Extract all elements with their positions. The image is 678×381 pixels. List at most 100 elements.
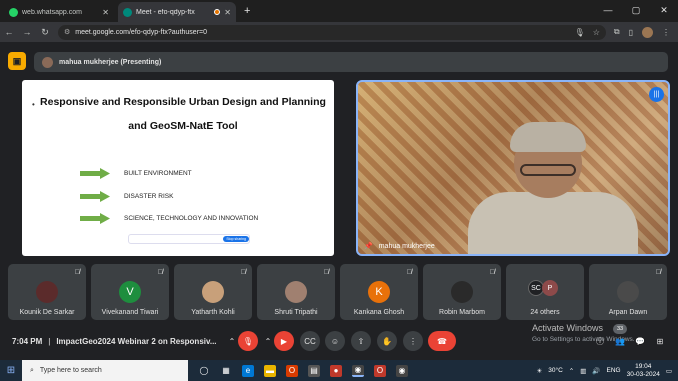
weather-icon[interactable]: ☀ bbox=[536, 367, 542, 375]
camera-toggle-button[interactable]: ▶ bbox=[274, 331, 294, 351]
edge-icon[interactable]: e bbox=[242, 364, 254, 377]
raise-hand-button[interactable]: ✋ bbox=[377, 331, 397, 351]
slide-bullet-row: BUILT ENVIRONMENT bbox=[80, 168, 192, 179]
others-count: 24 others bbox=[530, 309, 560, 316]
participant-tile[interactable]: 🎙̸ K Kankana Ghosh bbox=[340, 264, 418, 320]
file-explorer-icon[interactable]: ▬ bbox=[264, 364, 276, 377]
participant-tile[interactable]: 🎙̸ Arpan Dawn bbox=[589, 264, 667, 320]
participant-name: Shruti Tripathi bbox=[274, 309, 318, 316]
tab-title: Meet - efo-qdyp-ftx bbox=[136, 8, 195, 16]
mic-off-icon: 🎙̸ bbox=[489, 269, 495, 276]
network-icon[interactable]: ▥ bbox=[580, 367, 586, 375]
mic-options-icon[interactable]: ⌃ bbox=[226, 331, 238, 351]
leave-call-button[interactable]: ☎ bbox=[428, 331, 456, 351]
emoji-button[interactable]: ☺ bbox=[325, 331, 345, 351]
participant-avatar bbox=[617, 281, 639, 303]
participant-tile[interactable]: 🎙̸ Yatharth Kohli bbox=[174, 264, 252, 320]
green-arrow-icon bbox=[80, 213, 110, 224]
widgets-icon[interactable]: ▦ bbox=[220, 365, 232, 377]
maximize-icon[interactable]: ▢ bbox=[622, 0, 650, 20]
participant-tile[interactable]: 🎙̸ Shruti Tripathi bbox=[257, 264, 335, 320]
meeting-time: 7:04 PM bbox=[12, 336, 43, 346]
participant-name: Arpan Dawn bbox=[608, 309, 648, 316]
presenter-avatar bbox=[42, 56, 53, 68]
search-placeholder: Type here to search bbox=[39, 367, 102, 374]
stop-sharing-button[interactable]: Stop sharing bbox=[223, 236, 249, 242]
language-indicator[interactable]: ENG bbox=[607, 367, 621, 374]
participant-avatar: P bbox=[542, 280, 558, 296]
presenter-video[interactable]: ||| 📌 mahua mukherjee bbox=[356, 80, 670, 256]
clock-time: 19:04 bbox=[635, 362, 652, 370]
pin-icon[interactable]: 📌 bbox=[364, 242, 373, 250]
participant-tile[interactable]: 🎙̸ Kounik De Sarkar bbox=[8, 264, 86, 320]
meeting-title: ImpactGeo2024 Webinar 2 on Responsiv... bbox=[56, 336, 217, 346]
camera-options-icon[interactable]: ⌃ bbox=[262, 331, 274, 351]
mic-off-icon: 🎙̸ bbox=[240, 269, 246, 276]
chrome-profile-icon[interactable]: ◉ bbox=[396, 364, 408, 377]
app-icon[interactable]: ● bbox=[330, 364, 342, 377]
info-icon[interactable]: ⓘ bbox=[592, 331, 608, 351]
chat-icon[interactable]: 💬 bbox=[632, 331, 648, 351]
bookmark-star-icon[interactable]: ☆ bbox=[593, 28, 600, 37]
people-icon[interactable]: 👥 bbox=[612, 331, 628, 351]
chrome-icon[interactable]: ◉ bbox=[352, 364, 364, 377]
tab-title: web.whatsapp.com bbox=[22, 8, 82, 16]
mic-in-use-icon[interactable]: 🎙 bbox=[575, 28, 585, 37]
back-icon[interactable]: ← bbox=[4, 27, 14, 37]
participant-name: Yatharth Kohli bbox=[191, 309, 235, 316]
meeting-divider: | bbox=[48, 336, 51, 346]
close-tab-icon[interactable]: ✕ bbox=[224, 8, 231, 17]
participant-tile[interactable]: 🎙̸ V Vivekanand Tiwari bbox=[91, 264, 169, 320]
volume-icon[interactable]: 🔊 bbox=[592, 367, 600, 375]
others-tile[interactable]: SC P 24 others bbox=[506, 264, 584, 320]
video-name-text: mahua mukherjee bbox=[378, 242, 435, 250]
minimize-icon[interactable]: — bbox=[594, 0, 622, 20]
participant-tile[interactable]: 🎙̸ Robin Marbom bbox=[423, 264, 501, 320]
slide-title-line2: and GeoSM-NatE Tool bbox=[128, 120, 238, 132]
tab-meet[interactable]: Meet - efo-qdyp-ftx ✕ bbox=[118, 2, 236, 22]
captions-button[interactable]: CC bbox=[300, 331, 320, 351]
mic-toggle-button[interactable]: 🎙 bbox=[238, 331, 258, 351]
notifications-icon[interactable]: ▭ bbox=[666, 367, 672, 375]
participant-avatar bbox=[451, 281, 473, 303]
meet-icon bbox=[123, 7, 132, 17]
extensions-icon[interactable]: ⧉ bbox=[614, 27, 620, 37]
task-view-icon[interactable]: ◯ bbox=[198, 365, 210, 377]
mic-off-icon: 🎙̸ bbox=[323, 269, 329, 276]
windows-start-icon[interactable]: ⊞ bbox=[0, 365, 22, 376]
reload-icon[interactable]: ↻ bbox=[40, 27, 50, 38]
video-person-hair bbox=[510, 122, 586, 152]
participant-name: Vivekanand Tiwari bbox=[101, 309, 159, 316]
store-icon[interactable]: ▤ bbox=[308, 364, 320, 377]
close-tab-icon[interactable]: ✕ bbox=[102, 8, 109, 17]
tray-overflow-icon[interactable]: ⌃ bbox=[569, 367, 574, 375]
site-info-icon[interactable]: ⚙ bbox=[64, 28, 70, 36]
shared-screen[interactable]: • Responsive and Responsible Urban Desig… bbox=[22, 80, 334, 256]
mic-off-icon: 🎙̸ bbox=[74, 269, 80, 276]
new-tab-button[interactable]: + bbox=[244, 5, 250, 17]
taskbar-search[interactable]: ⌕ Type here to search bbox=[22, 360, 188, 381]
address-bar-row: ← → ↻ ⚙ meet.google.com/efo-qdyp-ftx?aut… bbox=[0, 22, 678, 42]
participant-name: Kounik De Sarkar bbox=[19, 309, 75, 316]
participant-avatar bbox=[36, 281, 58, 303]
taskbar-clock[interactable]: 19:04 30-03-2024 bbox=[627, 363, 660, 379]
url-text: meet.google.com/efo-qdyp-ftx?authuser=0 bbox=[75, 28, 207, 36]
window-controls: — ▢ ✕ bbox=[594, 0, 678, 20]
activities-icon[interactable]: ⊞ bbox=[652, 331, 668, 351]
profile-avatar[interactable] bbox=[642, 26, 653, 38]
forward-icon[interactable]: → bbox=[22, 27, 32, 37]
tab-whatsapp[interactable]: web.whatsapp.com ✕ bbox=[4, 2, 114, 22]
present-button[interactable]: ⇧ bbox=[351, 331, 371, 351]
more-options-button[interactable]: ⋮ bbox=[403, 331, 423, 351]
sidepanel-icon[interactable]: ▯ bbox=[629, 28, 633, 37]
opera-icon[interactable]: O bbox=[374, 364, 386, 377]
slide-bullet-text: DISASTER RISK bbox=[124, 193, 174, 200]
close-window-icon[interactable]: ✕ bbox=[650, 0, 678, 20]
menu-icon[interactable]: ⋮ bbox=[662, 28, 670, 37]
office-icon[interactable]: O bbox=[286, 364, 298, 377]
url-field[interactable]: ⚙ meet.google.com/efo-qdyp-ftx?authuser=… bbox=[58, 24, 606, 40]
slide-bullet-row: DISASTER RISK bbox=[80, 191, 173, 202]
browser-tab-bar: web.whatsapp.com ✕ Meet - efo-qdyp-ftx ✕… bbox=[0, 0, 678, 22]
participant-name: Kankana Ghosh bbox=[353, 309, 405, 316]
taskbar-apps: ◯ ▦ e ▬ O ▤ ● ◉ O ◉ bbox=[198, 364, 408, 377]
